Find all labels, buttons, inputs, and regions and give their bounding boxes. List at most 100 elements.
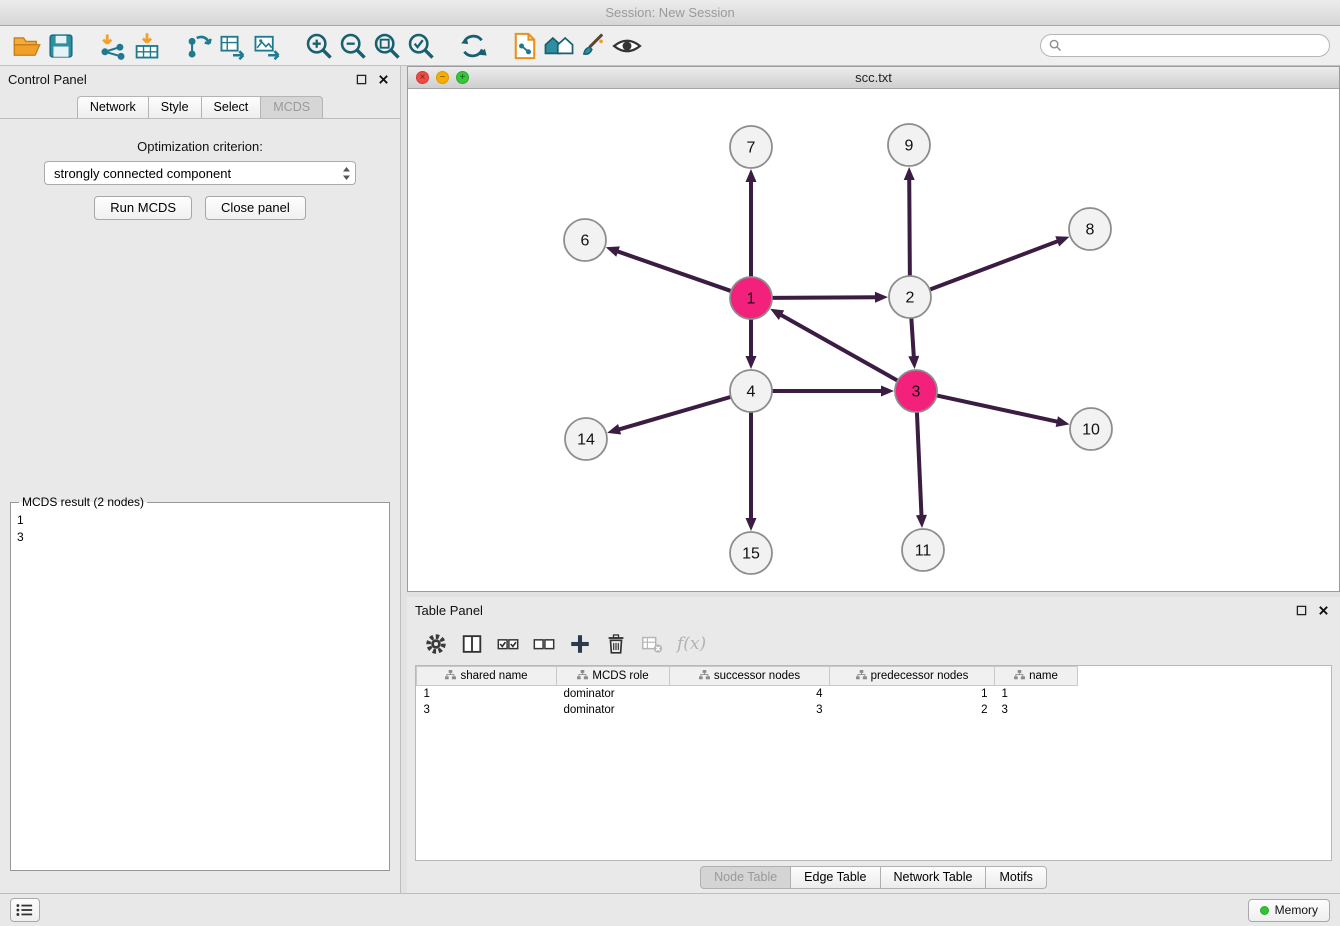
edge-3-10[interactable] [937, 395, 1070, 426]
network-canvas[interactable]: 7 9 6 8 1 2 4 3 14 10 15 11 [408, 89, 1339, 591]
edge-2-9[interactable] [904, 167, 915, 276]
search-input[interactable] [1067, 37, 1321, 55]
maximize-window-icon[interactable]: + [456, 71, 469, 84]
export-network-icon[interactable] [182, 29, 216, 63]
main-toolbar [0, 26, 1340, 66]
column-header-label: shared name [460, 670, 527, 682]
close-table-panel-icon[interactable] [1314, 602, 1332, 618]
clear-selection-icon[interactable] [529, 629, 559, 659]
import-network-icon[interactable] [96, 29, 130, 63]
control-tab-style[interactable]: Style [148, 96, 202, 118]
node-10[interactable]: 10 [1070, 408, 1112, 450]
edge-1-2[interactable] [772, 292, 888, 303]
edge-4-15[interactable] [746, 412, 757, 531]
cell-successor-nodes[interactable]: 4 [670, 686, 830, 702]
hide-panels-button[interactable] [10, 898, 40, 922]
function-builder-icon[interactable]: f(x) [673, 634, 710, 654]
refresh-layout-icon[interactable] [456, 29, 490, 63]
add-column-icon[interactable] [565, 629, 595, 659]
select-all-icon[interactable] [493, 629, 523, 659]
table-panel-tabs: Node TableEdge TableNetwork TableMotifs [407, 861, 1340, 893]
edge-3-1[interactable] [770, 309, 898, 381]
dropdown-arrows-icon [337, 162, 355, 184]
control-tab-network[interactable]: Network [77, 96, 149, 118]
edge-3-11[interactable] [916, 412, 927, 528]
cell-shared-name[interactable]: 3 [417, 702, 557, 718]
edge-2-8[interactable] [930, 236, 1070, 289]
zoom-fit-icon[interactable] [370, 29, 404, 63]
edge-4-3[interactable] [772, 386, 894, 397]
table-tab-edge-table[interactable]: Edge Table [790, 866, 880, 889]
table-tab-motifs[interactable]: Motifs [985, 866, 1046, 889]
float-table-panel-icon[interactable] [1292, 602, 1310, 618]
edge-1-6[interactable] [606, 246, 731, 291]
column-header-name[interactable]: name [995, 667, 1078, 686]
search-box[interactable] [1040, 34, 1330, 57]
close-panel-icon[interactable] [374, 71, 392, 87]
export-table-icon[interactable] [216, 29, 250, 63]
node-1[interactable]: 1 [730, 277, 772, 319]
edge-2-3[interactable] [908, 318, 919, 369]
edge-1-4[interactable] [746, 319, 757, 369]
table-row[interactable]: 1dominator411 [417, 686, 1078, 702]
cell-MCDS-role[interactable]: dominator [557, 686, 670, 702]
node-3[interactable]: 3 [895, 370, 937, 412]
node-8[interactable]: 8 [1069, 208, 1111, 250]
close-panel-button[interactable]: Close panel [205, 196, 306, 220]
cell-predecessor-nodes[interactable]: 2 [830, 702, 995, 718]
node-9[interactable]: 9 [888, 124, 930, 166]
cell-name[interactable]: 1 [995, 686, 1078, 702]
cell-MCDS-role[interactable]: dominator [557, 702, 670, 718]
run-mcds-button[interactable]: Run MCDS [94, 196, 192, 220]
first-neighbors-icon[interactable] [542, 29, 576, 63]
float-panel-icon[interactable] [352, 71, 370, 87]
table-row[interactable]: 3dominator323 [417, 702, 1078, 718]
svg-text:6: 6 [581, 233, 590, 250]
status-bar: Memory [0, 893, 1340, 926]
node-2[interactable]: 2 [889, 276, 931, 318]
delete-column-icon[interactable] [601, 629, 631, 659]
minimize-window-icon[interactable]: − [436, 71, 449, 84]
table-tab-node-table[interactable]: Node Table [700, 866, 791, 889]
clone-network-icon[interactable] [508, 29, 542, 63]
column-header-MCDS-role[interactable]: MCDS role [557, 667, 670, 686]
export-image-icon[interactable] [250, 29, 284, 63]
delete-table-icon[interactable] [637, 629, 667, 659]
column-header-label: predecessor nodes [871, 670, 969, 682]
node-7[interactable]: 7 [730, 126, 772, 168]
save-session-icon[interactable] [44, 29, 78, 63]
column-header-shared-name[interactable]: shared name [417, 667, 557, 686]
node-15[interactable]: 15 [730, 532, 772, 574]
cell-successor-nodes[interactable]: 3 [670, 702, 830, 718]
zoom-selected-icon[interactable] [404, 29, 438, 63]
edge-4-14[interactable] [607, 397, 731, 435]
show-hide-icon[interactable] [610, 29, 644, 63]
node-14[interactable]: 14 [565, 418, 607, 460]
node-6[interactable]: 6 [564, 219, 606, 261]
style-paint-icon[interactable] [576, 29, 610, 63]
table-tab-network-table[interactable]: Network Table [880, 866, 987, 889]
svg-text:1: 1 [747, 291, 756, 308]
cell-predecessor-nodes[interactable]: 1 [830, 686, 995, 702]
column-edit-icon [577, 670, 588, 680]
column-edit-icon [1014, 670, 1025, 680]
column-layout-icon[interactable] [457, 629, 487, 659]
close-window-icon[interactable]: × [416, 71, 429, 84]
import-table-icon[interactable] [130, 29, 164, 63]
criterion-dropdown[interactable]: strongly connected component [44, 161, 356, 185]
column-header-predecessor-nodes[interactable]: predecessor nodes [830, 667, 995, 686]
gear-icon[interactable] [421, 629, 451, 659]
memory-button[interactable]: Memory [1248, 899, 1330, 922]
control-tab-select[interactable]: Select [201, 96, 262, 118]
zoom-in-icon[interactable] [302, 29, 336, 63]
table-panel-header: Table Panel [407, 597, 1340, 623]
cell-shared-name[interactable]: 1 [417, 686, 557, 702]
cell-name[interactable]: 3 [995, 702, 1078, 718]
zoom-out-icon[interactable] [336, 29, 370, 63]
node-4[interactable]: 4 [730, 370, 772, 412]
column-header-successor-nodes[interactable]: successor nodes [670, 667, 830, 686]
control-tab-mcds[interactable]: MCDS [260, 96, 323, 118]
edge-1-7[interactable] [746, 169, 757, 277]
node-11[interactable]: 11 [902, 529, 944, 571]
open-session-icon[interactable] [10, 29, 44, 63]
